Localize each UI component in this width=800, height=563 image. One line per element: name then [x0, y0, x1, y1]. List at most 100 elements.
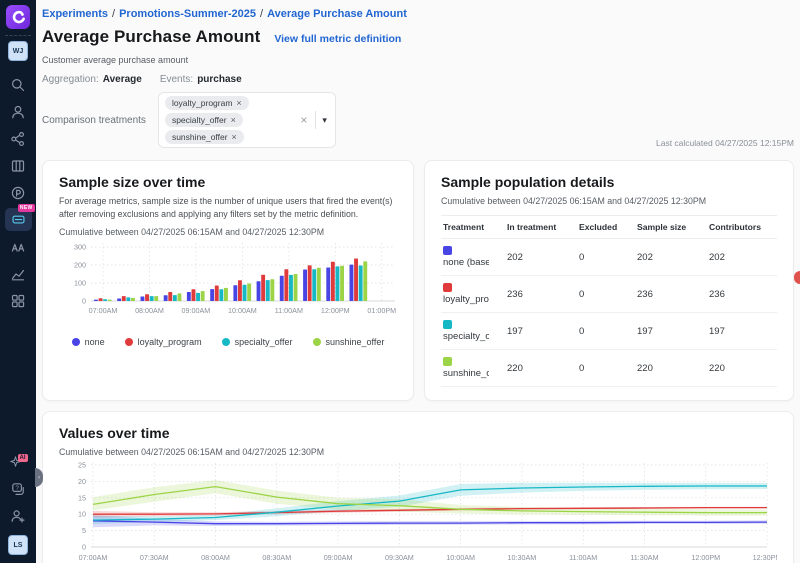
legend-item[interactable]: none	[72, 337, 105, 347]
treatment-chip[interactable]: specialty_offer ×	[165, 113, 243, 127]
select-divider	[315, 111, 316, 129]
double-a-icon	[10, 239, 26, 255]
table-header: Contributors	[707, 216, 777, 239]
clear-selection-icon[interactable]: ×	[296, 113, 311, 127]
sidebar-divider	[5, 35, 31, 36]
table-cell: 197	[707, 313, 777, 350]
treatment-chip[interactable]: sunshine_offer ×	[165, 130, 244, 144]
sidebar-item-invite[interactable]	[4, 502, 32, 529]
table-header: Sample size	[635, 216, 707, 239]
line-chart-icon	[10, 266, 26, 282]
values-line-chart: 07:00AM07:30AM08:00AM08:30AM09:00AM09:30…	[59, 457, 777, 563]
feedback-tab[interactable]	[794, 271, 800, 284]
treatment-color-swatch	[443, 357, 452, 366]
svg-text:10:30AM: 10:30AM	[508, 553, 537, 562]
legend-label: sunshine_offer	[326, 337, 385, 347]
population-table: TreatmentIn treatmentExcludedSample size…	[441, 215, 777, 387]
treatment-multiselect[interactable]: loyalty_program×specialty_offer×sunshine…	[158, 92, 336, 148]
aggregation-value: Average	[103, 74, 142, 85]
events-value: purchase	[197, 74, 241, 85]
svg-text:300: 300	[74, 242, 86, 251]
treatment-chip[interactable]: loyalty_program×	[165, 96, 249, 110]
sidebar-item-holdouts[interactable]	[4, 233, 32, 260]
sidebar-item-ai-assistant[interactable]: AI	[4, 448, 32, 475]
legend-item[interactable]: specialty_offer	[222, 337, 293, 347]
sidebar-bottom-group: AI ? LS	[4, 448, 32, 563]
metric-subtitle: Customer average purchase amount	[42, 55, 794, 65]
svg-text:01:00PM: 01:00PM	[367, 306, 396, 315]
svg-text:12:30PM: 12:30PM	[753, 553, 777, 562]
treatment-chips: loyalty_program×specialty_offer×sunshine…	[165, 96, 285, 144]
table-cell: 236	[635, 276, 707, 313]
sidebar-item-feature-gates[interactable]	[4, 152, 32, 179]
logo-icon	[9, 8, 27, 26]
table-header: Treatment	[441, 216, 505, 239]
sidebar-item-help[interactable]: ?	[4, 475, 32, 502]
breadcrumb-experiment-name[interactable]: Promotions-Summer-2025	[119, 8, 256, 20]
legend-dot	[222, 338, 230, 346]
help-chat-icon: ?	[10, 481, 26, 497]
sample-size-card: Sample size over time For average metric…	[42, 160, 414, 401]
svg-text:0: 0	[82, 296, 86, 305]
treatment-name: loyalty_program	[443, 294, 489, 305]
svg-text:07:00AM: 07:00AM	[79, 553, 108, 562]
chip-remove-icon[interactable]: ×	[236, 98, 241, 108]
sidebar-item-users[interactable]	[4, 98, 32, 125]
table-cell: 202	[707, 239, 777, 276]
sample-size-description: For average metrics, sample size is the …	[59, 195, 397, 221]
sidebar-item-experiments[interactable]	[4, 125, 32, 152]
table-header: Excluded	[577, 216, 635, 239]
table-row: loyalty_program2360236236	[441, 276, 777, 313]
chevron-down-icon[interactable]: ▾	[320, 115, 329, 126]
chip-remove-icon[interactable]: ×	[231, 115, 236, 125]
svg-text:0: 0	[82, 543, 86, 552]
table-row: sunshine_offer2200220220	[441, 350, 777, 387]
treatment-chip-label: sunshine_offer	[172, 132, 228, 142]
table-cell: 0	[577, 276, 635, 313]
svg-text:07:30AM: 07:30AM	[140, 553, 169, 562]
population-cumulative: Cumulative between 04/27/2025 06:15AM an…	[441, 196, 777, 206]
table-cell: 0	[577, 239, 635, 276]
values-cumulative: Cumulative between 04/27/2025 06:15AM an…	[59, 447, 777, 457]
title-row: Average Purchase Amount View full metric…	[42, 27, 794, 47]
ai-badge: AI	[18, 454, 28, 462]
svg-text:09:00AM: 09:00AM	[182, 306, 211, 315]
table-cell: 0	[577, 313, 635, 350]
chip-remove-icon[interactable]: ×	[232, 132, 237, 142]
svg-text:07:00AM: 07:00AM	[89, 306, 118, 315]
breadcrumb-metric-name[interactable]: Average Purchase Amount	[267, 8, 407, 20]
treatment-name: specialty_offer	[443, 331, 489, 342]
user-avatar[interactable]: LS	[8, 535, 28, 555]
sample-size-title: Sample size over time	[59, 174, 397, 190]
sidebar-item-product-analytics[interactable]	[4, 179, 32, 206]
svg-text:08:30AM: 08:30AM	[262, 553, 291, 562]
svg-text:100: 100	[74, 278, 86, 287]
svg-text:08:00AM: 08:00AM	[135, 306, 164, 315]
legend-item[interactable]: sunshine_offer	[313, 337, 385, 347]
svg-text:09:30AM: 09:30AM	[385, 553, 414, 562]
sidebar-item-insights[interactable]	[4, 260, 32, 287]
legend-label: specialty_offer	[235, 337, 293, 347]
svg-text:11:00AM: 11:00AM	[569, 553, 597, 562]
table-cell: 220	[707, 350, 777, 387]
table-row: none (baseline)2020202202	[441, 239, 777, 276]
sidebar-item-dashboards[interactable]	[4, 287, 32, 314]
breadcrumb-experiments[interactable]: Experiments	[42, 8, 108, 20]
sample-population-card: Sample population details Cumulative bet…	[424, 160, 794, 401]
breadcrumb-separator: /	[260, 8, 263, 20]
workspace-avatar[interactable]: WJ	[8, 41, 28, 61]
svg-text:12:00PM: 12:00PM	[691, 553, 720, 562]
legend-item[interactable]: loyalty_program	[125, 337, 202, 347]
sample-size-bar-chart: 07:00AM08:00AM09:00AM10:00AM11:00AM12:00…	[59, 237, 399, 329]
table-cell: 236	[707, 276, 777, 313]
sidebar-item-search[interactable]	[4, 71, 32, 98]
view-metric-definition-link[interactable]: View full metric definition	[274, 33, 401, 45]
treatment-chip-label: specialty_offer	[172, 115, 227, 125]
app-logo[interactable]	[6, 5, 30, 29]
user-icon	[10, 104, 26, 120]
sidebar-item-metrics-active[interactable]: NEW	[5, 208, 32, 231]
legend-dot	[125, 338, 133, 346]
svg-text:08:00AM: 08:00AM	[201, 553, 230, 562]
metric-card-icon	[11, 212, 26, 227]
table-cell: 0	[577, 350, 635, 387]
